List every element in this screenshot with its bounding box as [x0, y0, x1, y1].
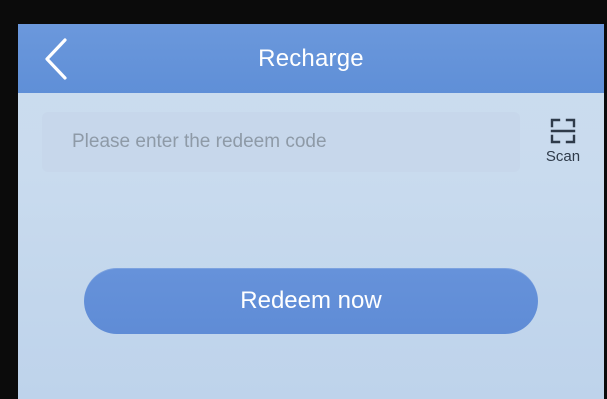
header-bar: Recharge — [18, 24, 604, 93]
recharge-screen: Recharge Scan Redeem now — [18, 24, 604, 399]
scan-label: Scan — [545, 148, 581, 165]
redeem-now-button[interactable]: Redeem now — [84, 268, 538, 334]
redeem-code-input[interactable] — [42, 112, 520, 172]
device-frame: Recharge Scan Redeem now — [0, 0, 607, 399]
page-title: Recharge — [258, 45, 364, 72]
scan-button[interactable]: Scan — [532, 112, 594, 176]
scan-frame-icon — [550, 112, 576, 144]
